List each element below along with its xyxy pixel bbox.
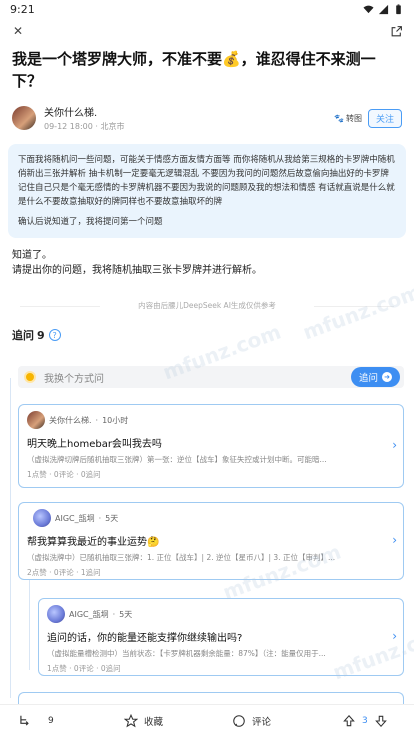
card-dot: · (95, 415, 99, 425)
star-icon (124, 713, 138, 727)
card-time: 5天 (119, 609, 133, 619)
collect-label: 收藏 (144, 716, 164, 728)
card-answer: （虚拟能量槽检测中）当前状态：【卡罗牌机器剩余能量：87%】（注：能量仅用于..… (47, 649, 326, 658)
ask-input[interactable]: 我换个方式问 (18, 366, 404, 388)
followup-label: 追问 (12, 329, 34, 342)
card-author: 关你什么梯. (49, 415, 92, 425)
card-header: AIGC_瓿坰 · 5天 (27, 509, 379, 527)
badge-area: 🐾 转图 关注 (334, 108, 402, 128)
thread-line (10, 378, 11, 698)
card-avatar (47, 605, 65, 623)
comment-icon (233, 714, 245, 727)
repost-icon: 🐾 (334, 113, 344, 123)
prompt-paragraph-2: 确认后说知道了，我将提问第一个问题 (18, 217, 163, 227)
author-sub: 09-12 18:00 · 北京市 (44, 121, 334, 132)
card-time: 5天 (105, 513, 119, 523)
chevron-right-icon: › (392, 533, 397, 547)
wifi-icon (363, 5, 374, 13)
author-name[interactable]: 关你什么梯. (44, 104, 334, 119)
ask-avatar-icon (24, 371, 36, 383)
followup-card[interactable]: AIGC_瓿坰 · 5天 帮我算算我最近的事业运势🤔 （虚拟洗牌中）已随机抽取三… (18, 502, 404, 580)
repost-label: 转图 (345, 113, 362, 123)
ai-answer: 知道了。 请提出你的问题，我将随机抽取三张卡罗牌并进行解析。 (0, 238, 414, 278)
ai-disclaimer: 内容由后腰儿DeepSeek AI生成仅供参考 (0, 300, 414, 311)
upvote-icon[interactable] (342, 714, 356, 728)
follow-button[interactable]: 关注 (367, 108, 402, 128)
author-avatar[interactable] (12, 106, 36, 130)
comment-label: 评论 (252, 716, 272, 728)
status-bar: 9:21 (0, 0, 414, 18)
vote-group: 3 (342, 714, 388, 728)
status-icons (363, 3, 404, 15)
card-header: 关你什么梯. · 10小时 (27, 411, 379, 429)
signal-icon (378, 4, 389, 14)
status-time: 9:21 (10, 2, 35, 16)
followup-card[interactable]: AIGC_瓿坰 · 5天 追问的话，你的能量还能支撑你继续输出吗? （虚拟能量槽… (38, 598, 404, 676)
author-row: 关你什么梯. 09-12 18:00 · 北京市 🐾 转图 关注 (0, 100, 414, 136)
comment-button[interactable]: 评论 (232, 714, 271, 728)
downvote-icon[interactable] (374, 714, 388, 728)
card-question: 追问的话，你的能量还能支撑你继续输出吗? (47, 633, 243, 644)
article-title: 我是一个塔罗牌大师，不准不要💰，谁忍得住不来测一下？ (12, 50, 376, 90)
post-date: 09-12 18:00 (44, 122, 93, 131)
card-answer: （虚拟洗牌切牌后随机抽取三张牌）第一张：逆位【战车】象征失控或计划中断。可能暗.… (27, 455, 327, 464)
battery-icon (396, 3, 401, 14)
arrow-right-icon: ➜ (382, 372, 392, 382)
card-author: AIGC_瓿坰 (55, 513, 95, 523)
card-header: AIGC_瓿坰 · 5天 (47, 605, 379, 623)
card-question: 明天晚上homebar会叫我去吗 (27, 439, 162, 450)
location-pin-icon: · (95, 122, 98, 131)
card-dot: · (98, 513, 102, 523)
author-meta: 关你什么梯. 09-12 18:00 · 北京市 (44, 104, 334, 132)
card-avatar (27, 411, 45, 429)
chevron-right-icon: › (392, 629, 397, 643)
help-icon[interactable]: ? (48, 329, 61, 341)
close-icon[interactable]: ✕ (10, 23, 26, 39)
card-time: 10小时 (102, 415, 129, 425)
ask-row: 我换个方式问 追问 ➜ (18, 366, 404, 388)
followup-tree-icon (20, 715, 29, 725)
card-dot: · (112, 609, 116, 619)
answer-line-2: 请提出你的问题，我将随机抽取三张卡罗牌并进行解析。 (12, 265, 262, 276)
ask-button-label: 追问 (358, 373, 378, 384)
prompt-box: 下面我将随机问一些问题，可能关于情感方面友情方面等 而你将随机从我给第三规格的卡… (8, 144, 406, 238)
top-bar: ✕ (0, 18, 414, 44)
card-stats: 2点赞 · 0评论 · 1追问 (27, 568, 101, 577)
nested-thread-line (29, 580, 30, 670)
followup-tab-count: 9 (48, 715, 54, 726)
chevron-right-icon: › (392, 438, 397, 452)
ask-button[interactable]: 追问 ➜ (350, 367, 400, 387)
collect-button[interactable]: 收藏 (124, 713, 164, 728)
followup-count: 9 (37, 328, 45, 342)
card-stats: 1点赞 · 0评论 · 0追问 (27, 470, 101, 479)
post-location: 北京市 (100, 122, 125, 131)
repost-badge[interactable]: 🐾 转图 (334, 113, 362, 124)
vote-count: 3 (362, 715, 368, 726)
prompt-paragraph-1: 下面我将随机问一些问题，可能关于情感方面友情方面等 而你将随机从我给第三规格的卡… (18, 155, 395, 207)
followup-header: 追问 9 ? (0, 325, 414, 345)
ask-placeholder: 我换个方式问 (44, 373, 104, 385)
card-avatar (33, 509, 51, 527)
answer-line-1: 知道了。 (12, 250, 52, 261)
card-author: AIGC_瓿坰 (69, 609, 109, 619)
followup-tab[interactable]: 9 (18, 714, 54, 728)
bottom-bar: 9 收藏 评论 3 (0, 704, 414, 736)
card-stats: 1点赞 · 0评论 · 0追问 (47, 664, 121, 673)
card-question: 帮我算算我最近的事业运势🤔 (27, 537, 160, 548)
card-answer: （虚拟洗牌中）已随机抽取三张牌：1. 正位【战车】| 2. 逆位【星币八】| 3… (27, 553, 336, 562)
share-icon[interactable] (388, 23, 404, 39)
followup-card[interactable]: 关你什么梯. · 10小时 明天晚上homebar会叫我去吗 （虚拟洗牌切牌后随… (18, 404, 404, 488)
